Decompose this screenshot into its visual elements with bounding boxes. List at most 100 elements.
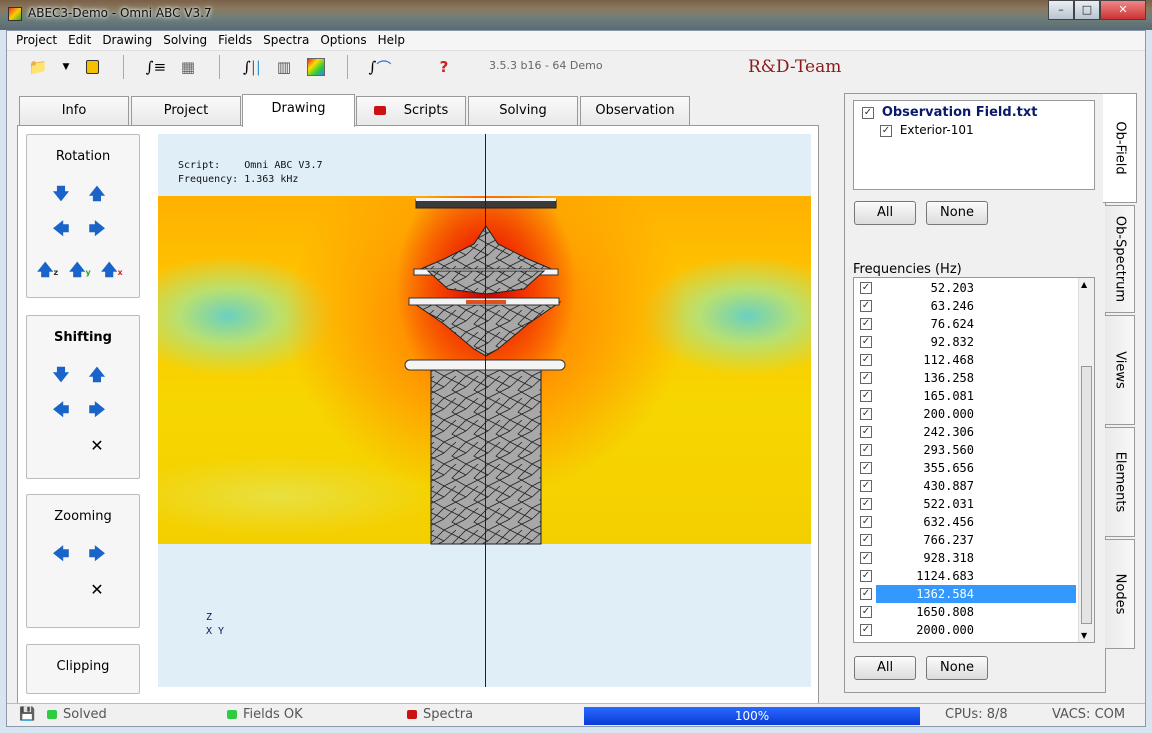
scroll-thumb[interactable] xyxy=(1081,366,1092,624)
frequency-checkbox[interactable]: ✓ xyxy=(860,354,872,366)
frequency-scrollbar[interactable]: ▲ ▼ xyxy=(1078,278,1094,642)
menu-fields[interactable]: Fields xyxy=(213,31,258,50)
tab-scripts[interactable]: Scripts xyxy=(356,96,466,126)
frequency-row[interactable]: ✓ 200.000 xyxy=(854,405,1076,423)
rotate-up-icon[interactable]: 🡅 xyxy=(88,185,106,203)
tab-observation[interactable]: Observation xyxy=(580,96,690,126)
frequency-row[interactable]: ✓ 1650.808 xyxy=(854,603,1076,621)
checkbox-exterior[interactable]: ✓ xyxy=(880,124,892,137)
side-tab-nodes[interactable]: Nodes xyxy=(1105,539,1135,649)
frequency-row[interactable]: ✓ 632.456 xyxy=(854,513,1076,531)
frequency-checkbox[interactable]: ✓ xyxy=(860,336,872,348)
frequency-row[interactable]: ✓ 1362.584 xyxy=(854,585,1076,603)
tab-project[interactable]: Project xyxy=(131,96,241,126)
frequency-row[interactable]: ✓ 92.832 xyxy=(854,333,1076,351)
side-tab-ob-spectrum[interactable]: Ob-Spectrum xyxy=(1105,205,1135,313)
tree-child-item[interactable]: ✓ Exterior-101 xyxy=(880,123,974,137)
open-folder-icon[interactable]: 📁 xyxy=(27,56,49,78)
observation-none-button[interactable]: None xyxy=(926,201,988,225)
shift-up-icon[interactable]: 🡅 xyxy=(88,366,106,384)
frequency-checkbox[interactable]: ✓ xyxy=(860,372,872,384)
drawing-viewport[interactable]: Script: Omni ABC V3.7 Frequency: 1.363 k… xyxy=(158,134,811,687)
tree-root-item[interactable]: ✓ Observation Field.txt xyxy=(862,105,1037,120)
menu-edit[interactable]: Edit xyxy=(63,31,97,50)
frequency-row[interactable]: ✓ 242.306 xyxy=(854,423,1076,441)
rotate-down-icon[interactable]: 🡇 xyxy=(52,185,70,203)
frequency-checkbox[interactable]: ✓ xyxy=(860,282,872,294)
mesh-icon[interactable]: ▦ xyxy=(177,56,199,78)
zoom-out-icon[interactable]: 🡄 xyxy=(52,545,70,563)
frequency-checkbox[interactable]: ✓ xyxy=(860,462,872,474)
menu-drawing[interactable]: Drawing xyxy=(97,31,158,50)
frequency-row[interactable]: ✓ 76.624 xyxy=(854,315,1076,333)
frequency-checkbox[interactable]: ✓ xyxy=(860,552,872,564)
frequency-row[interactable]: ✓ 928.318 xyxy=(854,549,1076,567)
frequencies-all-button[interactable]: All xyxy=(854,656,916,680)
zoom-reset-icon[interactable]: ✕ xyxy=(88,581,106,599)
frequency-row[interactable]: ✓ 52.203 xyxy=(854,279,1076,297)
frequency-row[interactable]: ✓ 355.656 xyxy=(854,459,1076,477)
menu-solving[interactable]: Solving xyxy=(158,31,213,50)
frequency-checkbox[interactable]: ✓ xyxy=(860,606,872,618)
frequency-list[interactable]: ✓ 52.203 ✓ 63.246 ✓ 76.624 ✓ 92.832 ✓ 112.468 ✓ 136… xyxy=(853,277,1095,643)
integral-curve-icon[interactable]: ∫ ⌒ xyxy=(369,56,392,78)
frequency-checkbox[interactable]: ✓ xyxy=(860,588,872,600)
tab-info[interactable]: Info xyxy=(19,96,129,126)
shift-left-icon[interactable]: 🡄 xyxy=(52,401,70,419)
menu-project[interactable]: Project xyxy=(11,31,63,50)
tab-solving[interactable]: Solving xyxy=(468,96,578,126)
observation-all-button[interactable]: All xyxy=(854,201,916,225)
rotate-right-icon[interactable]: 🡆 xyxy=(88,220,106,238)
frequency-row[interactable]: ✓ 293.560 xyxy=(854,441,1076,459)
frequency-checkbox[interactable]: ✓ xyxy=(860,408,872,420)
frequency-row[interactable]: ✓ 63.246 xyxy=(854,297,1076,315)
frequency-checkbox[interactable]: ✓ xyxy=(860,570,872,582)
checkbox-observation-field[interactable]: ✓ xyxy=(862,106,874,119)
menu-spectra[interactable]: Spectra xyxy=(258,31,315,50)
menu-help[interactable]: Help xyxy=(373,31,411,50)
rotate-x-icon[interactable]: 🡅x xyxy=(101,261,123,279)
frequency-row[interactable]: ✓ 165.081 xyxy=(854,387,1076,405)
maximize-button[interactable]: □ xyxy=(1074,0,1100,20)
minimize-button[interactable]: – xyxy=(1048,0,1074,20)
tab-drawing[interactable]: Drawing xyxy=(242,94,355,127)
frequency-checkbox[interactable]: ✓ xyxy=(860,444,872,456)
frequency-checkbox[interactable]: ✓ xyxy=(860,390,872,402)
rotate-z-icon[interactable]: 🡅z xyxy=(37,261,58,279)
frequency-row[interactable]: ✓ 430.887 xyxy=(854,477,1076,495)
rotate-left-icon[interactable]: 🡄 xyxy=(52,220,70,238)
frequency-checkbox[interactable]: ✓ xyxy=(860,624,872,636)
side-tab-views[interactable]: Views xyxy=(1105,315,1135,425)
frequency-checkbox[interactable]: ✓ xyxy=(860,498,872,510)
scroll-down-icon[interactable]: ▼ xyxy=(1081,631,1087,640)
rotate-y-icon[interactable]: 🡅y xyxy=(69,261,91,279)
shift-down-icon[interactable]: 🡇 xyxy=(52,366,70,384)
integral-list-icon[interactable]: ∫≡ xyxy=(145,56,167,78)
frequency-row[interactable]: ✓ 766.237 xyxy=(854,531,1076,549)
zoom-in-icon[interactable]: 🡆 xyxy=(88,545,106,563)
colormap-icon[interactable] xyxy=(305,56,327,78)
frequency-checkbox[interactable]: ✓ xyxy=(860,300,872,312)
side-tab-elements[interactable]: Elements xyxy=(1105,427,1135,537)
frequency-checkbox[interactable]: ✓ xyxy=(860,318,872,330)
integral-bars-icon[interactable]: ∫ | | xyxy=(241,56,263,78)
shift-right-icon[interactable]: 🡆 xyxy=(88,401,106,419)
scroll-up-icon[interactable]: ▲ xyxy=(1081,280,1087,289)
frequency-row[interactable]: ✓ 1124.683 xyxy=(854,567,1076,585)
frequency-row[interactable]: ✓ 522.031 xyxy=(854,495,1076,513)
frequencies-none-button[interactable]: None xyxy=(926,656,988,680)
frequency-checkbox[interactable]: ✓ xyxy=(860,534,872,546)
frequency-checkbox[interactable]: ✓ xyxy=(860,480,872,492)
frequency-checkbox[interactable]: ✓ xyxy=(860,516,872,528)
shift-reset-icon[interactable]: ✕ xyxy=(88,437,106,455)
frequency-checkbox[interactable]: ✓ xyxy=(860,426,872,438)
dropdown-icon[interactable]: ▼ xyxy=(55,56,77,78)
grid-icon[interactable]: ▥ xyxy=(273,56,295,78)
side-tab-ob-field[interactable]: Ob-Field xyxy=(1103,93,1137,203)
frequency-row[interactable]: ✓ 112.468 xyxy=(854,351,1076,369)
help-icon[interactable]: ? xyxy=(433,56,455,78)
frequency-row[interactable]: ✓ 2000.000 xyxy=(854,621,1076,639)
save-icon[interactable] xyxy=(81,56,103,78)
frequency-row[interactable]: ✓ 136.258 xyxy=(854,369,1076,387)
menu-options[interactable]: Options xyxy=(315,31,372,50)
